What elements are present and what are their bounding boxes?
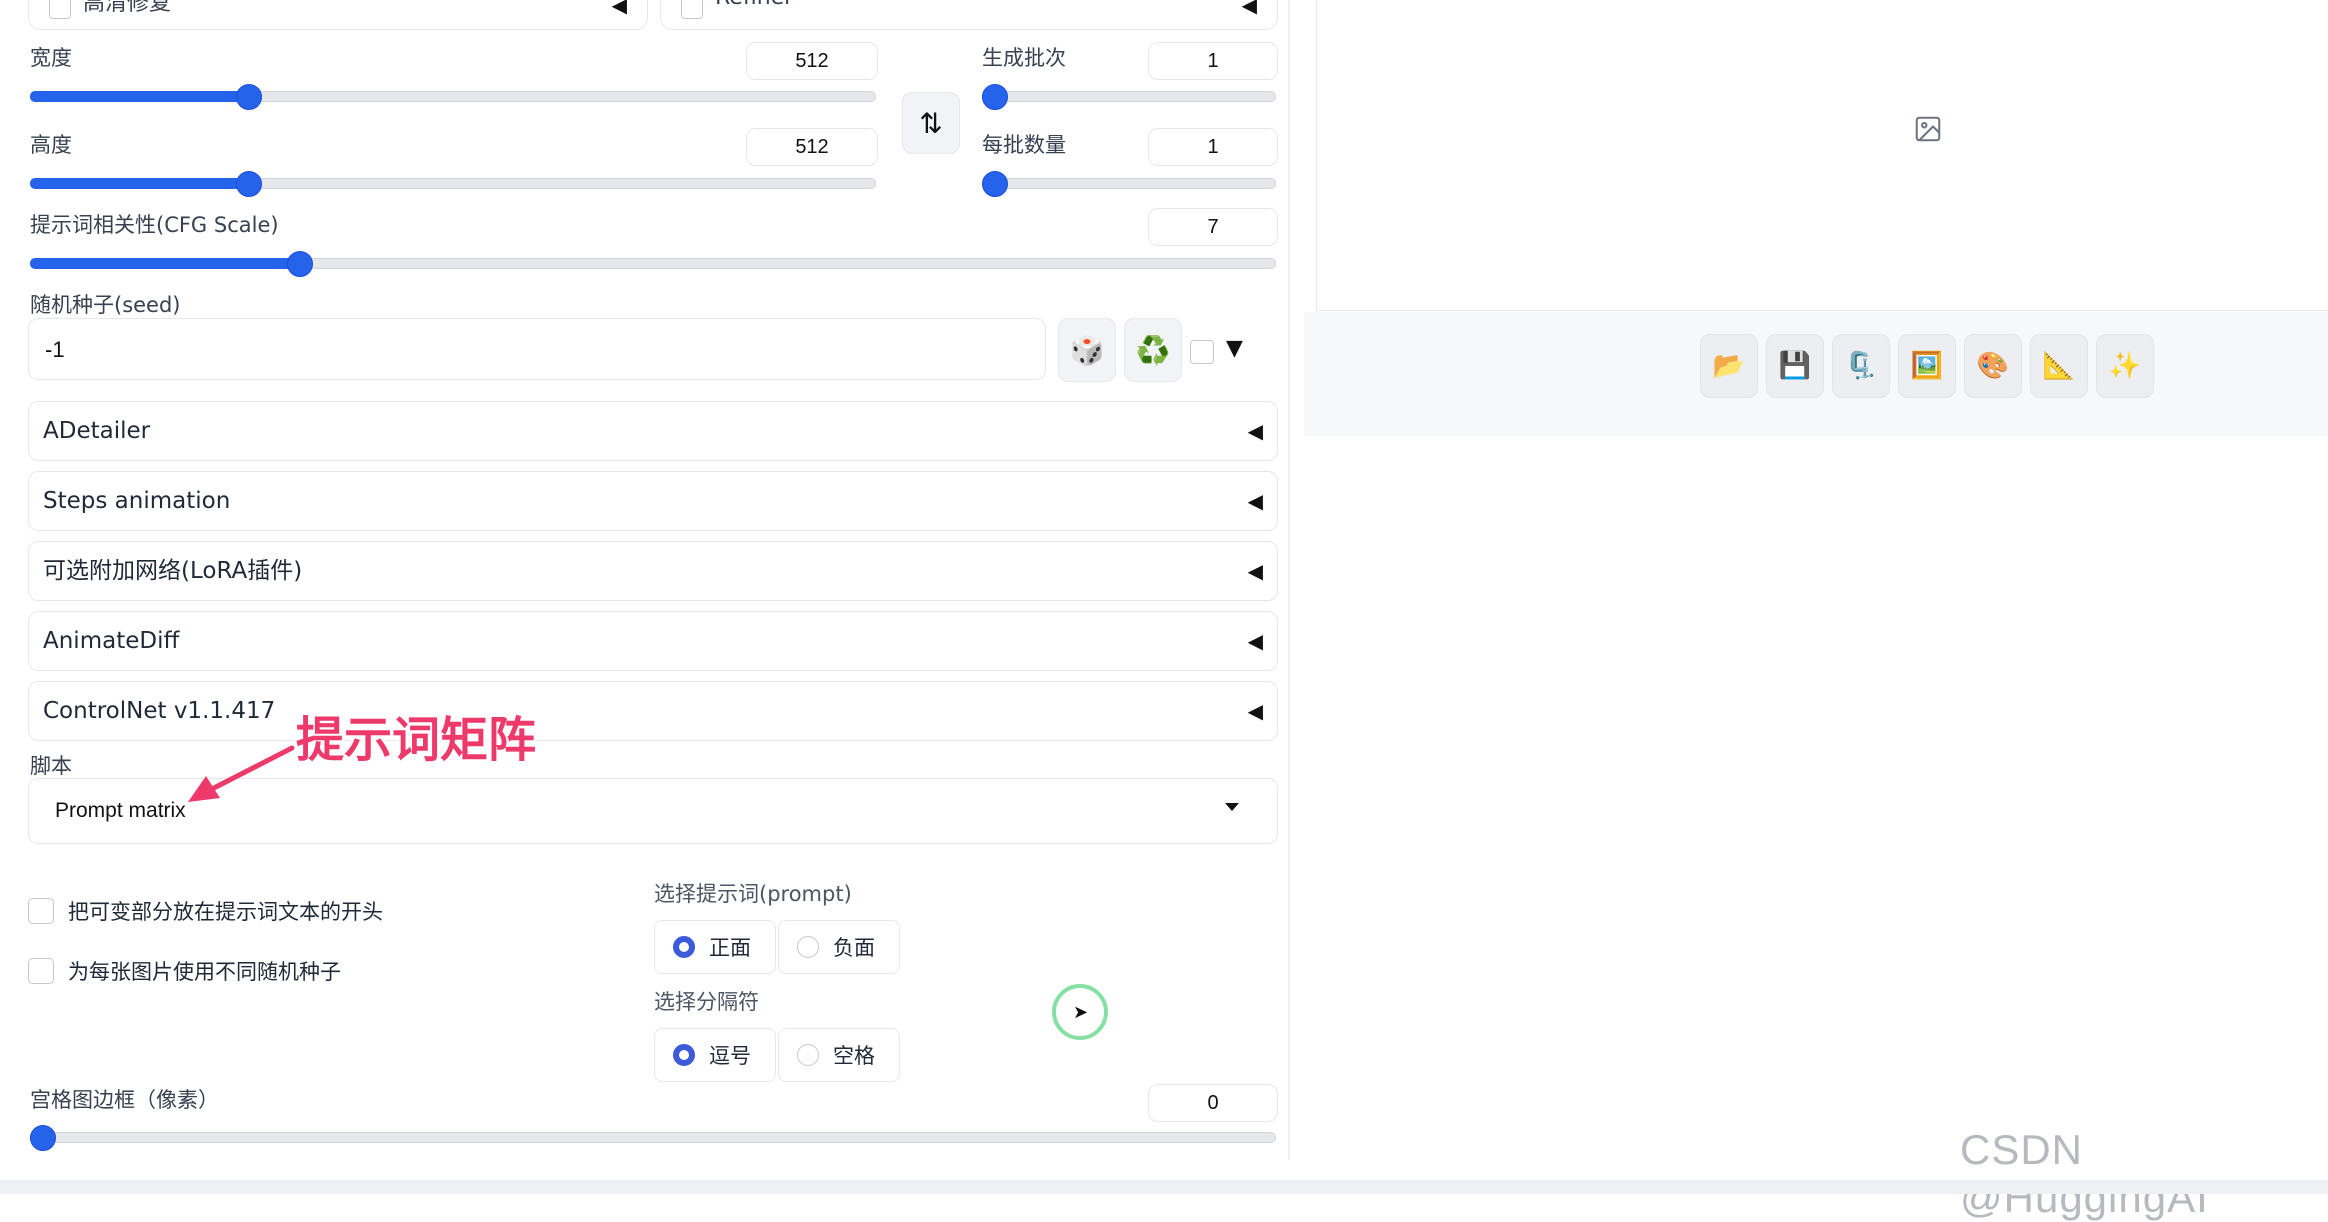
zip-button[interactable]: 🗜️: [1832, 334, 1890, 398]
separator-space-radio[interactable]: 空格: [778, 1028, 900, 1082]
hires-fix-collapse-icon[interactable]: ◀: [612, 0, 627, 17]
refiner-collapse-icon[interactable]: ◀: [1242, 0, 1257, 17]
prompt-positive-radio[interactable]: 正面: [654, 920, 776, 974]
image-icon: [1915, 116, 1941, 142]
save-button[interactable]: 💾: [1766, 334, 1824, 398]
separator-select-label: 选择分隔符: [654, 990, 759, 1014]
seed-input[interactable]: -1: [28, 318, 1046, 380]
accordion-lora[interactable]: 可选附加网络(LoRA插件) ◀: [28, 541, 1278, 601]
radio-selected-icon: [673, 1044, 695, 1066]
swap-icon: ⇅: [919, 106, 943, 140]
dice-icon: 🎲: [1069, 333, 1105, 367]
accordion-animatediff[interactable]: AnimateDiff ◀: [28, 611, 1278, 671]
width-number-input[interactable]: 512: [746, 42, 878, 80]
put-variable-start-checkbox[interactable]: [28, 898, 54, 924]
grid-margin-number-input[interactable]: 0: [1148, 1084, 1278, 1122]
radio-label: 正面: [709, 936, 751, 960]
swap-dimensions-button[interactable]: ⇅: [902, 92, 960, 154]
prompt-negative-radio[interactable]: 负面: [778, 920, 900, 974]
column-divider: [1288, 0, 1290, 1160]
radio-label: 负面: [833, 936, 875, 960]
batch-count-number-input[interactable]: 1: [1148, 42, 1278, 80]
script-selected-value: Prompt matrix: [55, 799, 186, 822]
collapse-arrow-icon: ◀: [1247, 419, 1263, 443]
cfg-scale-number-input[interactable]: 7: [1148, 208, 1278, 246]
random-seed-button[interactable]: 🎲: [1058, 318, 1116, 382]
accordion-adetailer[interactable]: ADetailer ◀: [28, 401, 1278, 461]
seed-extra-toggle-icon[interactable]: ▼: [1226, 336, 1243, 361]
batch-count-label: 生成批次: [982, 46, 1066, 70]
archive-icon: 🗜️: [1844, 351, 1878, 381]
open-folder-button[interactable]: 📂: [1700, 334, 1758, 398]
palette-icon: 🎨: [1976, 351, 2010, 381]
send-to-img2img-button[interactable]: 🖼️: [1898, 334, 1956, 398]
width-label: 宽度: [30, 46, 72, 70]
picture-icon: 🖼️: [1910, 351, 1944, 381]
reuse-seed-button[interactable]: ♻️: [1124, 318, 1182, 382]
grid-margin-label: 宫格图边框（像素）: [30, 1088, 219, 1112]
radio-selected-icon: [673, 936, 695, 958]
mouse-pointer-icon: ➤: [1073, 1002, 1089, 1023]
refiner-label: Refiner: [715, 0, 793, 10]
accordion-steps-animation[interactable]: Steps animation ◀: [28, 471, 1278, 531]
different-seeds-label: 为每张图片使用不同随机种子: [68, 960, 341, 984]
different-seeds-option[interactable]: 为每张图片使用不同随机种子: [28, 956, 341, 986]
triangle-ruler-icon: 📐: [2042, 351, 2076, 381]
different-seeds-checkbox[interactable]: [28, 958, 54, 984]
annotation-label: 提示词矩阵: [296, 712, 537, 768]
batch-size-number-input[interactable]: 1: [1148, 128, 1278, 166]
accordion-label: Steps animation: [43, 488, 231, 514]
upscale-button[interactable]: ✨: [2096, 334, 2154, 398]
accordion-controlnet[interactable]: ControlNet v1.1.417 ◀: [28, 681, 1278, 741]
collapse-arrow-icon: ◀: [1247, 629, 1263, 653]
cfg-scale-slider[interactable]: [30, 250, 1276, 277]
save-icon: 💾: [1778, 351, 1812, 381]
sparkles-icon: ✨: [2108, 351, 2142, 381]
batch-size-label: 每批数量: [982, 133, 1066, 157]
hires-fix-label: 高清修复: [83, 0, 172, 16]
accordion-label: ADetailer: [43, 418, 151, 444]
annotation-arrow-icon: [188, 745, 295, 802]
hires-fix-checkbox[interactable]: [49, 0, 71, 19]
grid-margin-slider[interactable]: [30, 1124, 1276, 1151]
refiner-panel[interactable]: Refiner ◀: [660, 0, 1278, 30]
put-variable-start-option[interactable]: 把可变部分放在提示词文本的开头: [28, 896, 383, 926]
collapse-arrow-icon: ◀: [1247, 699, 1263, 723]
send-to-inpaint-button[interactable]: 🎨: [1964, 334, 2022, 398]
seed-extra-checkbox[interactable]: [1190, 340, 1214, 364]
batch-count-slider[interactable]: [982, 83, 1276, 110]
batch-size-slider[interactable]: [982, 170, 1276, 197]
height-slider[interactable]: [30, 170, 876, 197]
folder-icon: 📂: [1712, 351, 1746, 381]
chevron-down-icon: [1225, 803, 1239, 811]
send-to-extras-button[interactable]: 📐: [2030, 334, 2088, 398]
accordion-label: ControlNet v1.1.417: [43, 698, 276, 724]
watermark: CSDN @HuggingAI: [1960, 1126, 2209, 1221]
radio-label: 逗号: [709, 1044, 751, 1068]
cfg-scale-label: 提示词相关性(CFG Scale): [30, 213, 279, 237]
radio-unselected-icon: [797, 936, 819, 958]
prompt-select-label: 选择提示词(prompt): [654, 882, 852, 906]
hires-fix-panel[interactable]: 高清修复 ◀: [28, 0, 648, 30]
script-label: 脚本: [30, 754, 72, 778]
height-number-input[interactable]: 512: [746, 128, 878, 166]
collapse-arrow-icon: ◀: [1247, 489, 1263, 513]
recycle-icon: ♻️: [1135, 333, 1171, 367]
seed-label: 随机种子(seed): [30, 293, 181, 317]
refiner-checkbox[interactable]: [681, 0, 703, 19]
separator-comma-radio[interactable]: 逗号: [654, 1028, 776, 1082]
accordion-label: AnimateDiff: [43, 628, 180, 654]
width-slider[interactable]: [30, 83, 876, 110]
bottom-bar: [0, 1180, 2328, 1194]
radio-unselected-icon: [797, 1044, 819, 1066]
put-variable-start-label: 把可变部分放在提示词文本的开头: [68, 900, 383, 924]
collapse-arrow-icon: ◀: [1247, 559, 1263, 583]
radio-label: 空格: [833, 1044, 875, 1068]
output-image-panel: [1316, 0, 2328, 311]
accordion-label: 可选附加网络(LoRA插件): [43, 558, 303, 584]
height-label: 高度: [30, 133, 72, 157]
